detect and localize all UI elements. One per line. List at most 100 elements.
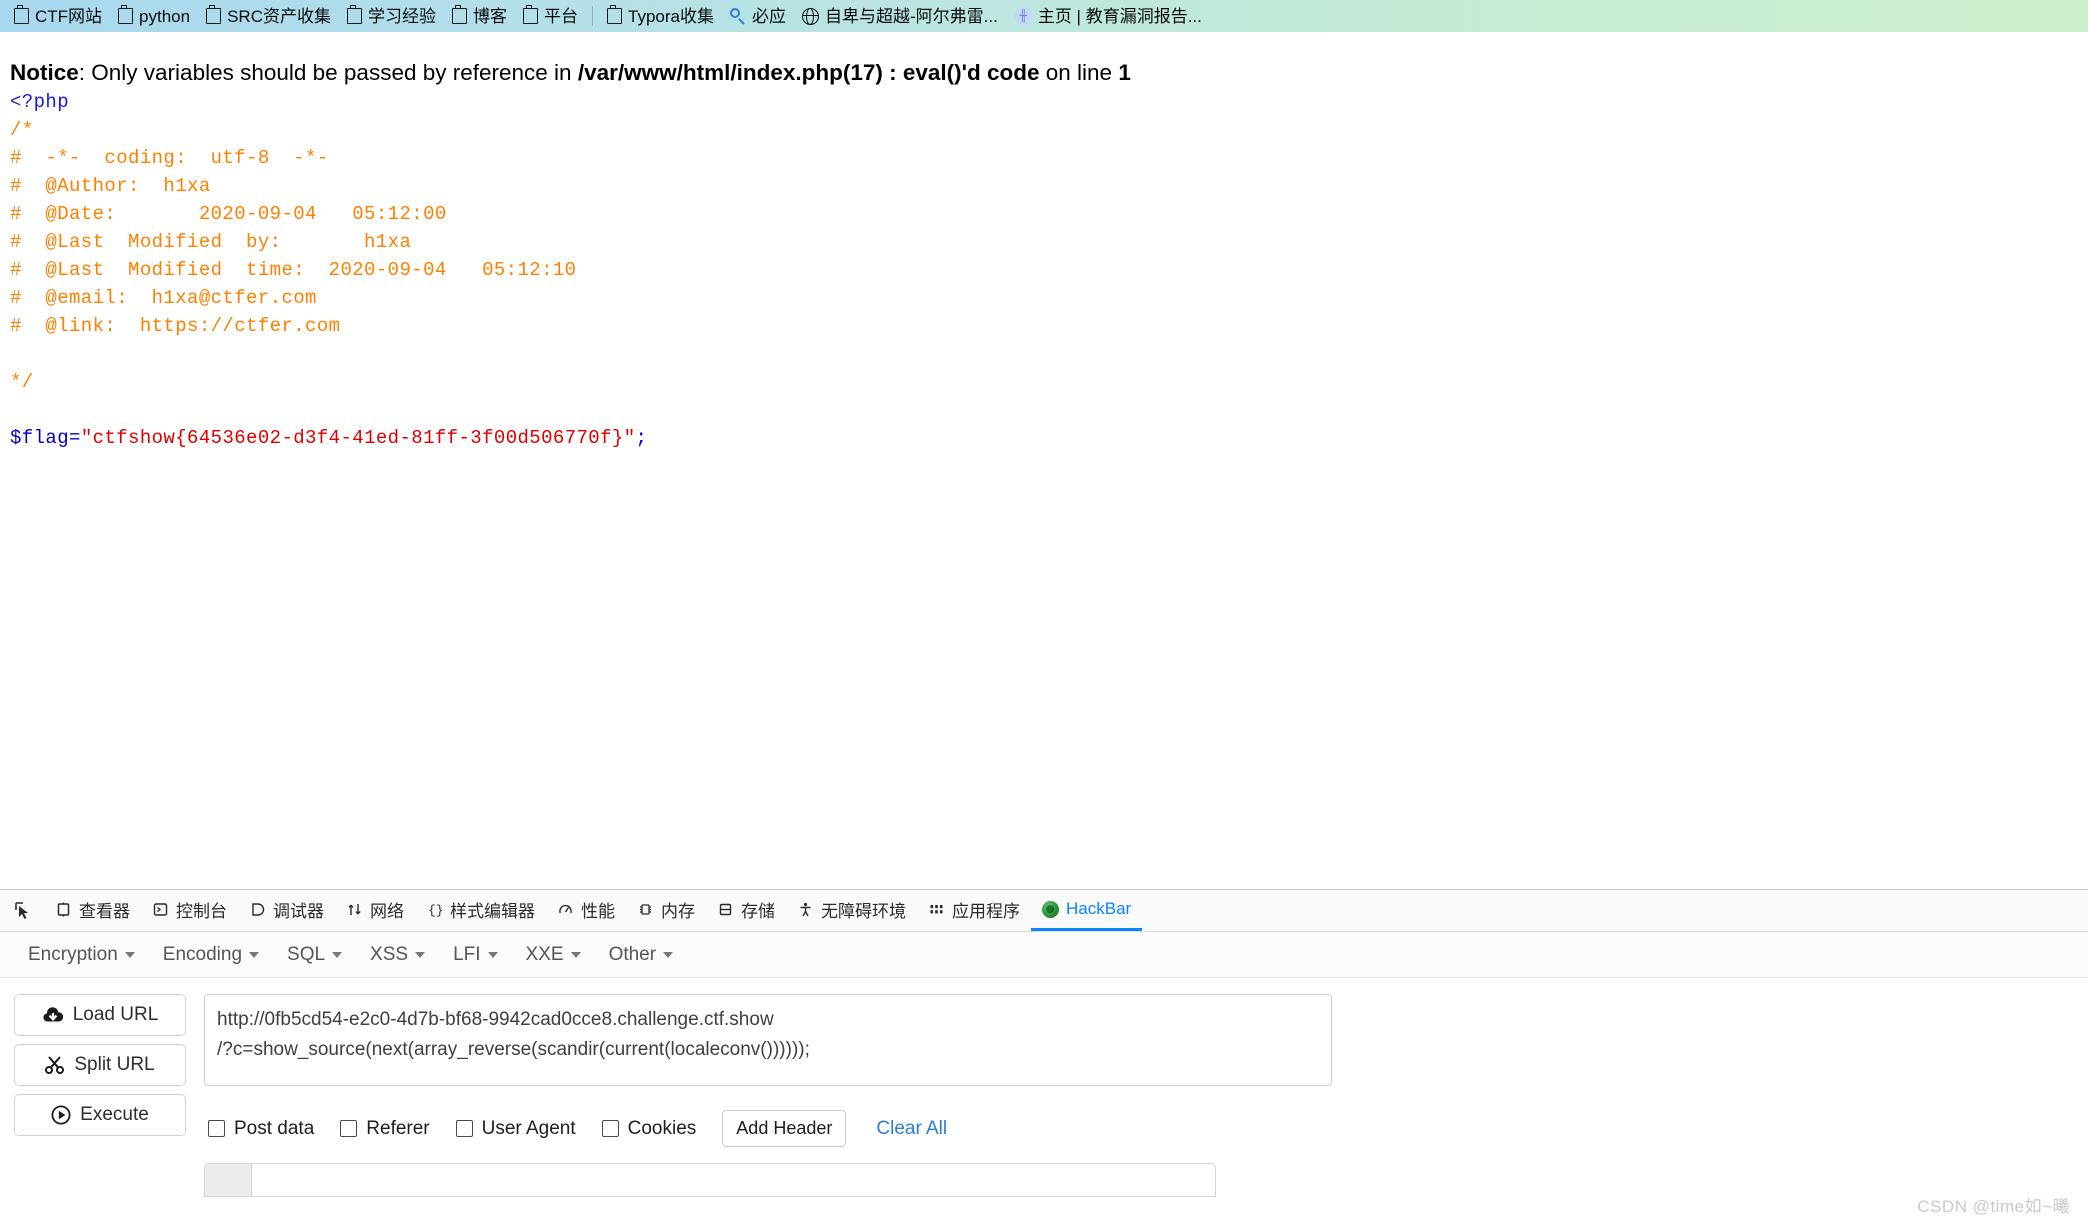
bookmark-label: 博客 [473,6,507,26]
notice-colon: : [78,60,92,85]
checkbox-label: User Agent [481,1117,576,1139]
bookmark-label: Typora收集 [628,6,714,26]
bookmark-item-bing[interactable]: 必应 [722,6,794,27]
style-editor-icon: {} [426,901,443,918]
chevron-down-icon [487,951,498,958]
chevron-down-icon [249,951,260,958]
hackbar-action-buttons: Load URL Split URL Execute [14,994,186,1147]
menu-sql[interactable]: SQL [273,938,356,972]
page-content: Notice: Only variables should be passed … [0,32,2088,902]
header-value-input[interactable] [252,1164,1215,1196]
bookmark-item-src-assets[interactable]: SRC资产收集 [198,5,339,27]
hackbar-header-row [0,1163,2088,1197]
checkbox-box[interactable] [208,1120,225,1137]
menu-label: LFI [453,943,481,965]
hackbar-icon [1042,900,1059,918]
hackbar-menubar: Encryption Encoding SQL XSS LFI XXE Othe… [0,932,2088,978]
flag-quote-open: " [80,427,93,450]
checkbox-box[interactable] [601,1120,619,1137]
tab-label: 网络 [370,901,404,921]
element-picker-icon[interactable] [6,890,44,931]
php-open-tag: <?php [10,91,70,114]
tab-label: 调试器 [273,901,324,921]
tab-performance[interactable]: 性能 [546,890,626,931]
notice-message: Only variables should be passed by refer… [91,60,578,85]
accessibility-icon [797,901,814,918]
globe-icon [801,7,819,25]
checkbox-label: Referer [366,1117,430,1139]
bookmark-separator [592,6,593,26]
notice-line-number: 1 [1118,60,1131,85]
checkbox-user-agent[interactable]: User Agent [455,1117,576,1140]
button-label: Split URL [74,1054,155,1075]
menu-encryption[interactable]: Encryption [14,938,149,972]
bookmark-item-typora-collection[interactable]: Typora收集 [599,5,722,27]
menu-xss[interactable]: XSS [356,938,439,972]
hackbar-body: Load URL Split URL Execute http://0fb5cd… [0,978,2088,1147]
checkbox-cookies[interactable]: Cookies [601,1118,696,1140]
chevron-down-icon [332,951,343,958]
menu-lfi[interactable]: LFI [439,938,511,972]
menu-xxe[interactable]: XXE [512,938,595,972]
checkbox-post-data[interactable]: Post data [208,1118,314,1140]
php-notice: Notice: Only variables should be passed … [10,58,2078,88]
menu-label: Encryption [28,943,118,965]
inspector-icon [55,901,72,918]
bookmark-label: python [139,6,191,26]
bookmark-item-python[interactable]: python [110,5,198,27]
tab-hackbar[interactable]: HackBar [1031,890,1143,931]
menu-other[interactable]: Other [595,938,688,972]
load-url-button[interactable]: Load URL [14,994,186,1036]
tab-label: 存储 [741,901,775,921]
chevron-down-icon [570,951,581,958]
bookmark-bar: CTF网站 python SRC资产收集 学习经验 博客 平台 Typora收集… [0,0,2088,32]
checkbox-referer[interactable]: Referer [340,1117,430,1140]
tab-label: 样式编辑器 [450,901,535,921]
search-icon [729,8,746,24]
url-input[interactable]: http://0fb5cd54-e2c0-4d7b-bf68-9942cad0c… [204,994,1332,1086]
performance-icon [557,901,574,918]
tab-console[interactable]: 控制台 [141,890,238,931]
tab-accessibility[interactable]: 无障碍环境 [786,890,917,931]
tab-debugger[interactable]: 调试器 [238,890,335,931]
tab-storage[interactable]: 存储 [706,890,786,931]
checkbox-box[interactable] [455,1120,473,1137]
bookmark-label: 自卑与超越-阿尔弗雷... [824,6,998,26]
checkbox-box[interactable] [340,1120,358,1137]
tab-network[interactable]: 网络 [335,890,415,931]
bookmark-label: CTF网站 [35,6,103,26]
execute-button[interactable]: Execute [14,1094,186,1136]
bookmark-label: 平台 [544,6,578,26]
bookmark-item-platform[interactable]: 平台 [515,5,586,27]
folder-icon [607,5,622,24]
header-key-input[interactable] [205,1164,252,1196]
tab-label: 性能 [581,901,615,921]
console-icon [152,901,169,918]
add-header-button[interactable]: Add Header [722,1110,847,1147]
menu-label: SQL [287,943,326,965]
tab-label: 应用程序 [952,901,1020,921]
tab-inspector[interactable]: 查看器 [44,890,141,931]
bookmark-item-study-experience[interactable]: 学习经验 [339,5,444,27]
csdn-watermark: CSDN @time如~曦 [1917,1197,2070,1216]
devtools-tabbar: 查看器 控制台 调试器 网络 {} 样式编辑器 性能 内存 存储 无障碍环境 应… [0,890,2088,932]
hackbar-panel: Encryption Encoding SQL XSS LFI XXE Othe… [0,932,2088,1197]
split-url-button[interactable]: Split URL [14,1044,186,1086]
application-icon [928,901,945,918]
clear-all-link[interactable]: Clear All [876,1118,947,1140]
tab-style-editor[interactable]: {} 样式编辑器 [415,890,546,931]
chevron-down-icon [415,951,426,958]
bookmark-item-ctf-website[interactable]: CTF网站 [6,5,110,27]
hackbar-options-row: Post data Referer User Agent Cookies Add… [204,1110,2074,1147]
bookmark-item-edu-vuln-report[interactable]: ╫ 主页 | 教育漏洞报告... [1006,5,1210,27]
devtools-panel: 查看器 控制台 调试器 网络 {} 样式编辑器 性能 内存 存储 无障碍环境 应… [0,889,2088,1227]
tab-memory[interactable]: 内存 [626,890,706,931]
memory-icon [637,901,654,918]
php-source-code: <?php /* # -*- coding: utf-8 -*- # @Auth… [10,88,2078,452]
tab-application[interactable]: 应用程序 [917,890,1031,931]
header-input-group[interactable] [204,1163,1216,1197]
bookmark-item-blog[interactable]: 博客 [444,5,515,27]
folder-icon [206,5,222,24]
menu-encoding[interactable]: Encoding [149,938,273,972]
bookmark-item-inferiority-book[interactable]: 自卑与超越-阿尔弗雷... [794,6,1006,27]
